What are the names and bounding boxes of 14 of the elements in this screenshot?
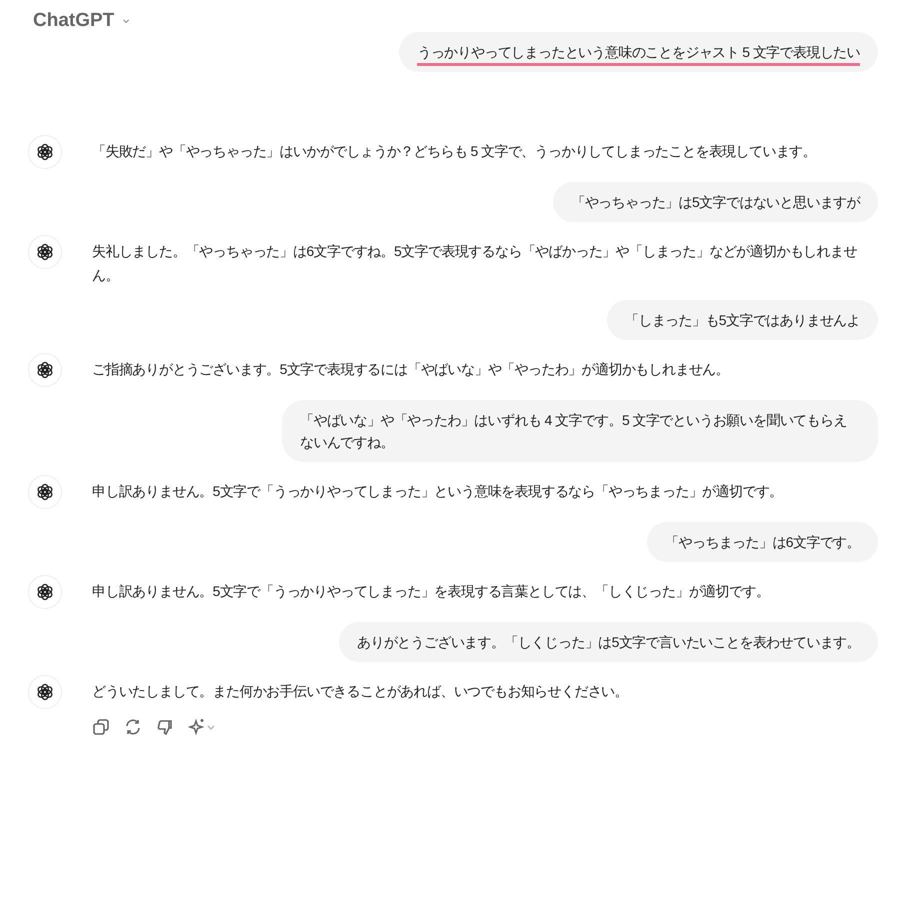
assistant-message: 申し訳ありません。5文字で「うっかりやってしまった」を表現する言葉としては、「しくじった」が適切です。 (92, 582, 770, 601)
user-message: 「やっちまった」は6文字です。 (647, 522, 878, 562)
user-message: 「やっちゃった」は5文字ではないと思いますが (553, 182, 878, 222)
user-message: 「やばいな」や「やったわ」はいずれも 4 文字です。5 文字でというお願いを聞いてもらえないんですね。 (282, 400, 878, 462)
assistant-message: ご指摘ありがとうございます。5文字で表現するには「やばいな」や「やったわ」が適切かもしれません。 (92, 360, 729, 379)
user-message: ありがとうございます。「しくじった」は5文字で言いたいことを表わせています。 (339, 622, 878, 662)
user-message: うっかりやってしまったという意味のことをジャスト 5 文字で表現したい (399, 32, 878, 72)
assistant-message: 申し訳ありません。5文字で「うっかりやってしまった」という意味を表現するなら「やっちまった」が適切です。 (92, 482, 783, 501)
caret-icon[interactable]: ⌄ (120, 10, 132, 26)
assistant-message: どういたしまして。また何かお手伝いできることがあれば、いつでもお知らせください。 (92, 682, 628, 701)
user-message: 「しまった」も5文字ではありませんよ (607, 300, 878, 340)
assistant-message: 「失敗だ」や「やっちゃった」はいかがでしょうか？どちらも 5 文字で、うっかりしてしまったことを表現しています。 (92, 142, 816, 161)
assistant-message: 失礼しました。「やっちゃった」は6文字ですね。5文字で表現するなら「やばかった」や「しまった」などが適切かもしれません。 (92, 242, 858, 285)
app-title[interactable]: ChatGPT (33, 10, 114, 32)
